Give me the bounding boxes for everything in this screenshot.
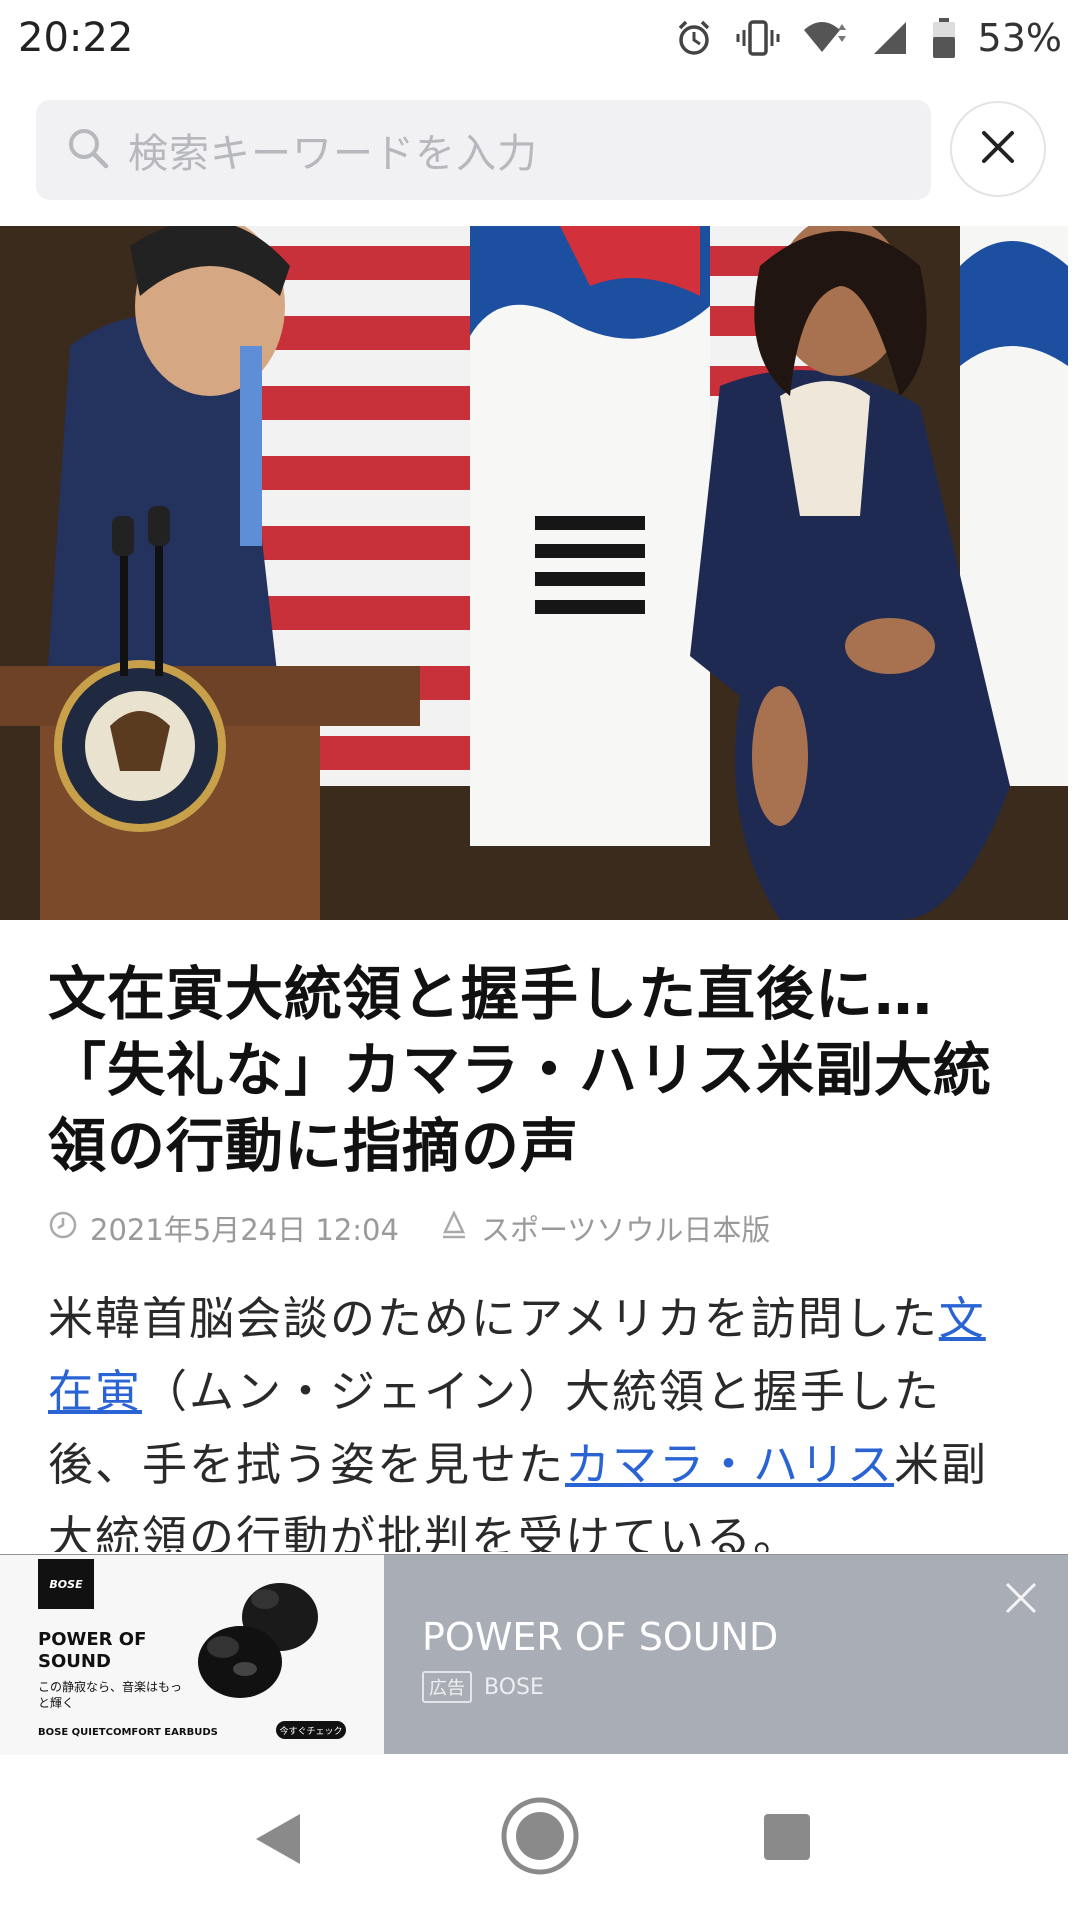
status-time: 20:22 (18, 15, 134, 61)
search-placeholder: 検索キーワードを入力 (128, 131, 538, 177)
ad-image-product: BOSE QUIETCOMFORT EARBUDS (38, 1727, 218, 1738)
status-bar: 20:22 53% (0, 0, 1080, 76)
bose-logo: BOSE (38, 1559, 94, 1609)
person-link-harris[interactable]: カマラ・ハリス (565, 1438, 894, 1491)
close-icon (980, 129, 1016, 169)
wifi-icon (802, 18, 848, 58)
system-nav-bar (0, 1756, 1080, 1920)
ad-label-row: 広告 BOSE (422, 1671, 544, 1703)
search-icon (66, 126, 110, 174)
recent-apps-icon[interactable] (764, 1814, 810, 1860)
ad-headline[interactable]: POWER OF SOUND (422, 1615, 778, 1659)
article-source[interactable]: スポーツソウル日本版 (439, 1207, 770, 1249)
close-search-button[interactable] (950, 101, 1046, 197)
article-date: 2021年5月24日 12:04 (48, 1207, 399, 1249)
back-icon[interactable] (254, 1812, 302, 1870)
ad-image-subtitle: この静寂なら、音楽はもっと輝く (38, 1680, 183, 1710)
ad-badge: 広告 (422, 1671, 472, 1703)
home-icon[interactable] (500, 1796, 580, 1880)
cell-signal-icon (870, 18, 910, 58)
vibrate-icon (736, 18, 780, 58)
ad-image-title: POWER OF SOUND (38, 1629, 147, 1672)
clock-icon (48, 1210, 90, 1247)
article-date-text: 2021年5月24日 12:04 (90, 1213, 399, 1247)
source-icon (439, 1209, 481, 1247)
search-input[interactable]: 検索キーワードを入力 (36, 100, 931, 200)
article-hero-image (0, 226, 1068, 920)
ad-image[interactable]: BOSE POWER OF SOUND この静寂なら、音楽はもっと輝く BOSE… (0, 1555, 384, 1755)
article-title: 文在寅大統領と握手した直後に…「失礼な」カマラ・ハリス米副大統領の行動に指摘の声 (48, 960, 993, 1180)
battery-icon (932, 17, 956, 59)
article-meta: 2021年5月24日 12:04 スポーツソウル日本版 (48, 1206, 770, 1250)
article-source-text: スポーツソウル日本版 (480, 1213, 771, 1247)
alarm-icon (674, 18, 714, 58)
earbuds-image (185, 1577, 335, 1711)
ad-close-icon[interactable] (1004, 1581, 1038, 1619)
battery-percent: 53% (977, 16, 1062, 60)
ad-banner[interactable]: BOSE POWER OF SOUND この静寂なら、音楽はもっと輝く BOSE… (0, 1554, 1068, 1755)
search-row: 検索キーワードを入力 (0, 88, 1080, 206)
article-body: 米韓首脳会談のためにアメリカを訪問した文在寅（ムン・ジェイン）大統領と握手した後… (48, 1282, 1008, 1552)
status-icons: 53% (674, 16, 1062, 60)
body-text-part: 米韓首脳会談のためにアメリカを訪問した (48, 1292, 939, 1345)
ad-image-cta[interactable]: 今すぐチェック (276, 1721, 346, 1739)
ad-sponsor: BOSE (484, 1674, 544, 1700)
